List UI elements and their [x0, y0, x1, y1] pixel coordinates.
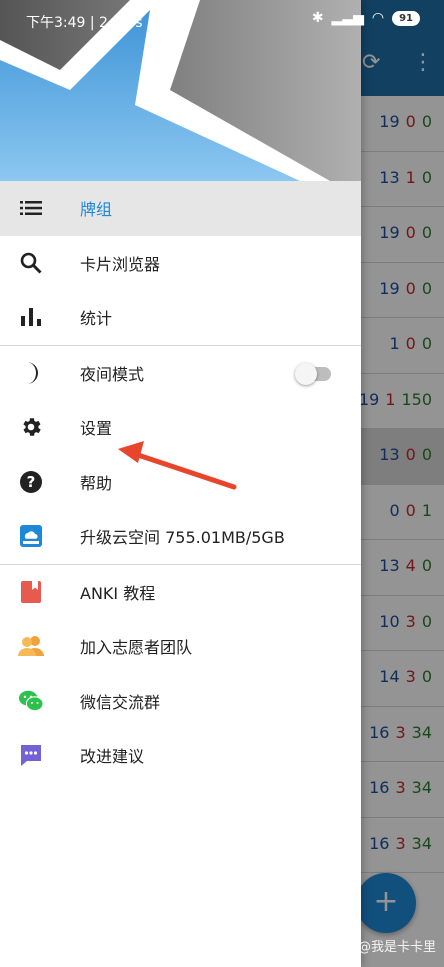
nav-item-upgrade-cloud[interactable]: 升级云空间 755.01MB/5GB [0, 509, 361, 564]
svg-text:?: ? [27, 473, 36, 491]
nav-item-join-volunteers[interactable]: 加入志愿者团队 [0, 619, 361, 674]
nav-label: 牌组 [80, 200, 113, 220]
nav-label: 卡片浏览器 [80, 254, 161, 274]
status-bar: 下午3:49 | 2.0K/s ✱ ▂▃▅ ◠ 91 [0, 0, 444, 40]
nav-item-statistics[interactable]: 统计 [0, 290, 361, 345]
nav-label: 帮助 [80, 473, 113, 493]
gear-icon [18, 414, 44, 440]
night-mode-toggle[interactable] [295, 362, 331, 385]
people-icon [18, 633, 44, 659]
nav-label: 夜间模式 [80, 364, 145, 384]
nav-label: 加入志愿者团队 [80, 638, 193, 658]
nav-item-card-browser[interactable]: 卡片浏览器 [0, 236, 361, 291]
nav-item-feedback[interactable]: 改进建议 [0, 728, 361, 783]
wechat-icon [18, 688, 44, 714]
signal-icon: ▂▃▅ [331, 10, 364, 26]
nav-label: 升级云空间 755.01MB/5GB [80, 528, 285, 548]
wifi-icon: ◠ [371, 10, 385, 26]
help-icon: ? [18, 469, 44, 495]
bar-chart-icon [18, 304, 44, 330]
bookmark-icon [18, 579, 44, 605]
nav-label: 设置 [80, 419, 113, 439]
watermark: 知乎 @我是卡卡里 [327, 940, 436, 955]
moon-icon [18, 360, 44, 386]
nav-label: 统计 [80, 309, 113, 329]
nav-label: 改进建议 [80, 747, 145, 767]
status-time: 下午3:49 | 2.0K/s [26, 15, 143, 31]
search-icon [18, 250, 44, 276]
nav-item-night-mode[interactable]: 夜间模式 [0, 346, 361, 401]
nav-item-decks[interactable]: 牌组 [0, 181, 361, 236]
cloud-drive-icon [18, 523, 44, 549]
bluetooth-icon: ✱ [311, 10, 324, 26]
list-icon [18, 195, 44, 221]
battery-icon: 91 [392, 10, 420, 26]
nav-item-anki-tutorial[interactable]: ANKI 教程 [0, 565, 361, 620]
annotation-arrow-icon [118, 441, 237, 490]
nav-item-wechat-group[interactable]: 微信交流群 [0, 674, 361, 729]
nav-label: ANKI 教程 [80, 583, 156, 603]
feedback-icon [18, 742, 44, 768]
nav-label: 微信交流群 [80, 692, 161, 712]
